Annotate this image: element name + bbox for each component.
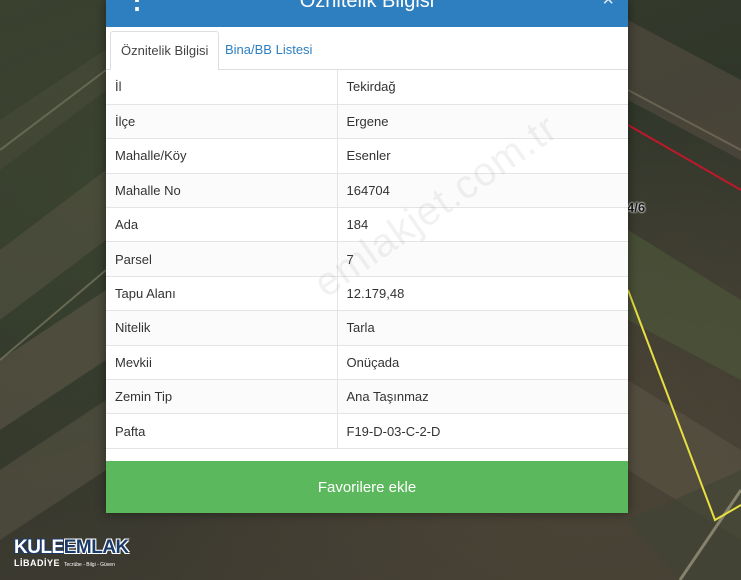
- kule-emlak-logo: KULEEMLAK LİBADİYE Tecrübe - Bilgi - Güv…: [14, 538, 129, 568]
- table-row: Parsel 7: [106, 241, 628, 277]
- row-key: İlçe: [106, 104, 338, 140]
- modal-title: Öznitelik Bilgisi: [299, 0, 435, 12]
- row-value: 12.179,48: [337, 276, 628, 312]
- logo-tagline: Tecrübe - Bilgi - Güven: [64, 562, 115, 568]
- table-row: Tapu Alanı 12.179,48: [106, 276, 628, 312]
- attribute-table: İl Tekirdağ İlçe Ergene Mahalle/Köy Esenler…: [106, 70, 628, 449]
- row-key: Zemin Tip: [106, 379, 338, 415]
- row-value: F19-D-03-C-2-D: [337, 413, 628, 449]
- add-to-favorites-button[interactable]: Favorilere ekle: [106, 461, 628, 513]
- row-value: Tekirdağ: [337, 70, 628, 105]
- row-value: Onüçada: [337, 345, 628, 381]
- row-key: Mevkii: [106, 345, 338, 381]
- table-row: Mevkii Onüçada: [106, 345, 628, 381]
- table-row: Nitelik Tarla: [106, 310, 628, 346]
- logo-brand: KULEEMLAK: [14, 538, 129, 557]
- table-row: Pafta F19-D-03-C-2-D: [106, 413, 628, 449]
- table-row: İlçe Ergene: [106, 104, 628, 140]
- row-key: Mahalle No: [106, 173, 338, 209]
- table-row: Mahalle/Köy Esenler: [106, 138, 628, 174]
- tab-building-list[interactable]: Bina/BB Listesi: [215, 31, 322, 70]
- row-value: Ergene: [337, 104, 628, 140]
- row-value: 184: [337, 207, 628, 243]
- row-value: Tarla: [337, 310, 628, 346]
- row-key: Pafta: [106, 413, 338, 449]
- attribute-info-modal: ⋮ Öznitelik Bilgisi × Öznitelik Bilgisi …: [106, 0, 628, 513]
- logo-brand-emlak: EMLAK: [63, 537, 130, 558]
- row-value: 164704: [337, 173, 628, 209]
- tab-attribute-info[interactable]: Öznitelik Bilgisi: [110, 31, 220, 71]
- table-row: Mahalle No 164704: [106, 173, 628, 209]
- table-row: Ada 184: [106, 207, 628, 243]
- close-icon[interactable]: ×: [602, 0, 614, 10]
- row-key: Mahalle/Köy: [106, 138, 338, 174]
- table-row: İl Tekirdağ: [106, 70, 628, 105]
- tab-bar: Öznitelik Bilgisi Bina/BB Listesi: [106, 27, 628, 71]
- row-key: Parsel: [106, 241, 338, 277]
- row-key: Nitelik: [106, 310, 338, 346]
- row-key: İl: [106, 70, 338, 105]
- row-key: Ada: [106, 207, 338, 243]
- parcel-number-label: 4/6: [627, 200, 646, 215]
- row-value: Esenler: [337, 138, 628, 174]
- row-value: Ana Taşınmaz: [337, 379, 628, 415]
- logo-brand-kule: KULE: [14, 537, 64, 558]
- row-value: 7: [337, 241, 628, 277]
- table-row: Zemin Tip Ana Taşınmaz: [106, 379, 628, 415]
- modal-header: ⋮ Öznitelik Bilgisi ×: [106, 0, 628, 27]
- logo-city: LİBADİYE: [14, 558, 61, 568]
- row-key: Tapu Alanı: [106, 276, 338, 312]
